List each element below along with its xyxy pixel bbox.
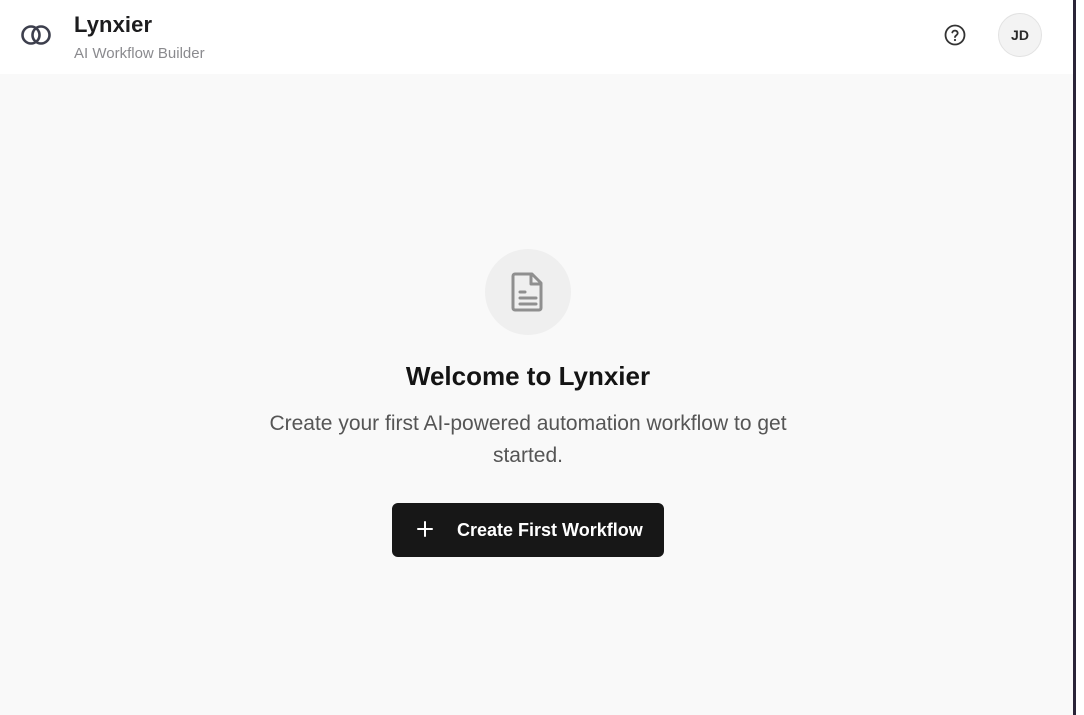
interlocking-rings-icon[interactable]	[20, 24, 52, 46]
welcome-description: Create your first AI-powered automation …	[269, 412, 787, 467]
welcome-title: Welcome to Lynxier	[405, 361, 651, 391]
app-window: Lynxier AI Workflow Builder JD Welcome t…	[0, 0, 1073, 715]
user-avatar[interactable]: JD	[998, 13, 1042, 57]
plus-icon	[417, 521, 433, 537]
top-header: Lynxier AI Workflow Builder JD	[0, 0, 1073, 74]
window-border	[1073, 0, 1076, 715]
app-title: Lynxier	[74, 12, 153, 37]
create-first-workflow-label: Create First Workflow	[457, 520, 643, 540]
empty-state-icon-circle	[485, 249, 571, 335]
app-subtitle: AI Workflow Builder	[74, 45, 205, 62]
document-icon	[511, 272, 543, 312]
help-button[interactable]	[943, 23, 967, 47]
create-first-workflow-button[interactable]: Create First Workflow	[392, 503, 664, 557]
help-circle-icon	[944, 24, 966, 46]
